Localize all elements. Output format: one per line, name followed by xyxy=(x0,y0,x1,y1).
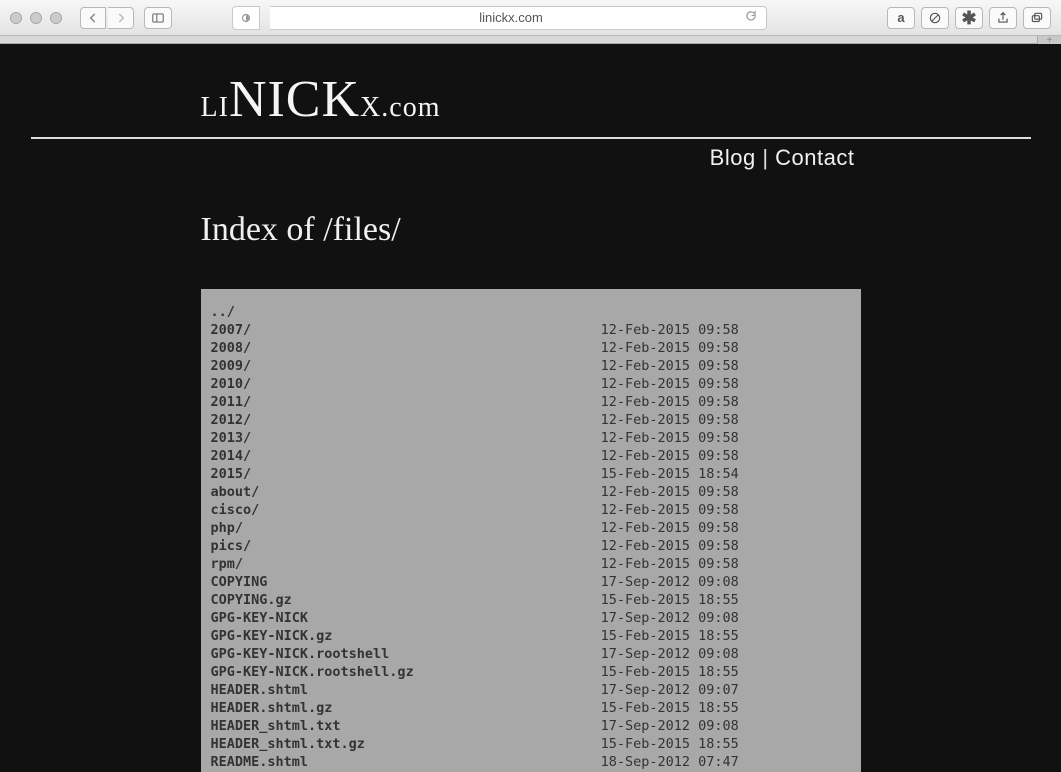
extensions-button[interactable]: ✱ xyxy=(955,7,983,29)
amazon-extension-button[interactable]: a xyxy=(887,7,915,29)
list-item[interactable]: 2010/ xyxy=(211,376,252,392)
list-item[interactable]: 2011/ xyxy=(211,394,252,410)
list-item[interactable]: GPG-KEY-NICK.gz xyxy=(211,628,333,644)
top-nav: Blog | Contact xyxy=(201,139,861,171)
list-item[interactable]: 2007/ xyxy=(211,322,252,338)
list-item[interactable]: 2013/ xyxy=(211,430,252,446)
list-item[interactable]: ../ xyxy=(211,304,235,320)
list-item[interactable]: 2009/ xyxy=(211,358,252,374)
address-bar[interactable]: linickx.com xyxy=(270,6,767,30)
reload-icon xyxy=(744,9,758,23)
directory-listing: ../ 2007/ 12-Feb-2015 09:58 2008/ 12-Feb… xyxy=(201,289,861,772)
nav-contact-link[interactable]: Contact xyxy=(775,145,854,170)
toolbar-right: a ✱ xyxy=(887,7,1051,29)
sidebar-icon xyxy=(151,11,165,25)
nav-buttons xyxy=(80,7,134,29)
new-tab-button[interactable]: + xyxy=(1037,36,1061,44)
list-item[interactable]: 2014/ xyxy=(211,448,252,464)
list-item[interactable]: GPG-KEY-NICK.rootshell.gz xyxy=(211,664,414,680)
list-item[interactable]: 2008/ xyxy=(211,340,252,356)
reader-button[interactable] xyxy=(232,6,260,30)
page-title: Index of /files/ xyxy=(201,211,861,249)
nav-separator: | xyxy=(762,145,768,170)
list-item[interactable]: HEADER.shtml.gz xyxy=(211,700,333,716)
list-item[interactable]: pics/ xyxy=(211,538,252,554)
window-controls xyxy=(10,12,62,24)
tab-strip: + xyxy=(0,36,1061,44)
list-item[interactable]: 2012/ xyxy=(211,412,252,428)
logo-mid: NICK xyxy=(229,71,360,128)
asterisk-icon: ✱ xyxy=(961,12,976,24)
list-item[interactable]: GPG-KEY-NICK xyxy=(211,610,309,626)
list-item[interactable]: COPYING xyxy=(211,574,268,590)
circle-slash-icon xyxy=(928,11,942,25)
sidebar-toggle-button[interactable] xyxy=(144,7,172,29)
close-window-icon[interactable] xyxy=(10,12,22,24)
plus-icon: + xyxy=(1047,35,1053,46)
nav-blog-link[interactable]: Blog xyxy=(710,145,756,170)
list-item[interactable]: HEADER_shtml.txt xyxy=(211,718,341,734)
minimize-window-icon[interactable] xyxy=(30,12,42,24)
address-text: linickx.com xyxy=(278,10,744,25)
list-item[interactable]: COPYING.gz xyxy=(211,592,292,608)
list-item[interactable]: cisco/ xyxy=(211,502,260,518)
list-item[interactable]: rpm/ xyxy=(211,556,244,572)
list-item[interactable]: GPG-KEY-NICK.rootshell xyxy=(211,646,390,662)
reload-button[interactable] xyxy=(744,9,758,26)
list-item[interactable]: README.shtml xyxy=(211,754,309,770)
list-item[interactable]: HEADER_shtml.txt.gz xyxy=(211,736,365,752)
list-item[interactable]: php/ xyxy=(211,520,244,536)
list-item[interactable]: 2015/ xyxy=(211,466,252,482)
logo-prefix: LI xyxy=(201,92,229,123)
zoom-window-icon[interactable] xyxy=(50,12,62,24)
amazon-icon: a xyxy=(897,10,904,25)
share-button[interactable] xyxy=(989,7,1017,29)
page-content: LINICKX.com Blog | Contact Index of /fil… xyxy=(0,44,1061,772)
browser-toolbar: linickx.com a ✱ xyxy=(0,0,1061,36)
adblock-extension-button[interactable] xyxy=(921,7,949,29)
share-icon xyxy=(996,11,1010,25)
logo-suffix: X.com xyxy=(360,92,440,123)
chevron-left-icon xyxy=(86,11,100,25)
forward-button[interactable] xyxy=(108,7,134,29)
list-item[interactable]: about/ xyxy=(211,484,260,500)
back-button[interactable] xyxy=(80,7,106,29)
tabs-icon xyxy=(1030,11,1044,25)
chevron-right-icon xyxy=(114,11,128,25)
tabs-button[interactable] xyxy=(1023,7,1051,29)
reader-icon xyxy=(239,11,253,25)
list-item[interactable]: HEADER.shtml xyxy=(211,682,309,698)
site-logo[interactable]: LINICKX.com xyxy=(201,64,861,129)
